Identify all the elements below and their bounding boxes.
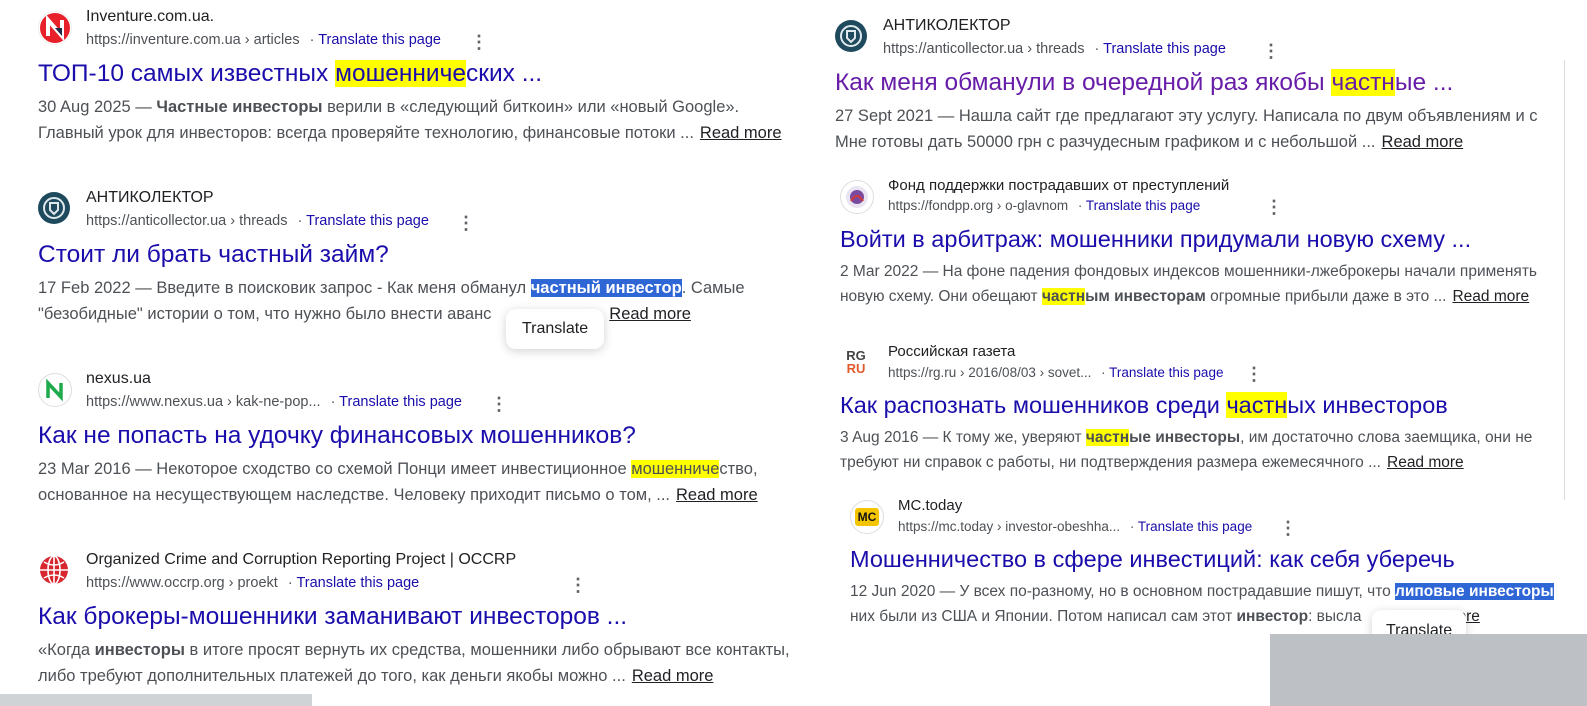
result-title[interactable]: Мошенничество в сфере инвестиций: как се… [850, 543, 1587, 575]
translate-link[interactable]: Translate this page [1101, 365, 1223, 380]
site-name[interactable]: Фонд поддержки пострадавших от преступле… [888, 177, 1229, 194]
result-snippet: 2 Mar 2022 — На фоне падения фондовых ин… [840, 263, 1538, 305]
result-url[interactable]: https://mc.today › investor-obeshha... T… [898, 519, 1252, 534]
translate-link[interactable]: Translate this page [331, 394, 462, 410]
read-more-link[interactable]: Read more [1452, 288, 1529, 305]
inventure-favicon-icon [38, 11, 72, 45]
translate-link[interactable]: Translate this page [288, 575, 419, 591]
url-text[interactable]: https://inventure.com.ua › articles [86, 32, 300, 48]
scroll-overlay [0, 694, 312, 706]
result-snippet: 27 Sept 2021 — Нашла сайт где предлагают… [835, 107, 1538, 151]
url-text[interactable]: https://www.nexus.ua › kak-ne-pop... [86, 394, 321, 410]
more-options-icon[interactable]: ⋮ [1245, 364, 1263, 385]
selected-text[interactable]: липовые инвесторы [1395, 583, 1554, 600]
site-name[interactable]: Organized Crime and Corruption Reporting… [86, 551, 516, 569]
result-title[interactable]: Как распознать мошенников среди частных … [840, 389, 1580, 421]
read-more-link[interactable]: Read more [609, 305, 691, 323]
more-options-icon[interactable]: ⋮ [569, 575, 587, 596]
site-name[interactable]: nexus.ua [86, 370, 151, 388]
rg-favicon-icon: RG RU [840, 346, 872, 378]
url-text[interactable]: https://fondpp.org › o-glavnom [888, 198, 1068, 213]
translate-link[interactable]: Translate this page [310, 32, 441, 48]
url-text[interactable]: https://anticollector.ua › threads [883, 41, 1085, 57]
read-more-link[interactable]: Read more [676, 486, 758, 504]
more-options-icon[interactable]: ⋮ [470, 32, 488, 53]
result-title[interactable]: Как не попасть на удочку финансовых моше… [38, 420, 828, 452]
read-more-link[interactable]: Read more [1387, 454, 1464, 471]
result-snippet: 3 Aug 2016 — К тому же, уверяют частные … [840, 429, 1533, 471]
result-snippet: 30 Aug 2025 — Частные инвесторы верили в… [38, 98, 782, 142]
result-title[interactable]: ТОП-10 самых известных мошеннических ... [38, 58, 828, 90]
anticollector-favicon-icon [835, 20, 867, 52]
site-name[interactable]: MC.today [898, 497, 962, 514]
result-snippet: 23 Mar 2016 — Некоторое сходство со схем… [38, 460, 758, 504]
fondpp-favicon-icon [840, 180, 874, 214]
site-name[interactable]: Inventure.com.ua. [86, 8, 214, 26]
mc-favicon-icon: MC [850, 500, 884, 534]
search-result: nexus.ua https://www.nexus.ua › kak-ne-p… [38, 370, 828, 508]
translate-link[interactable]: Translate this page [1130, 519, 1252, 534]
results-column-right: АНТИКОЛЕКТОР https://anticollector.ua › … [820, 0, 1587, 706]
result-snippet: 17 Feb 2022 — Введите в поисковик запрос… [38, 279, 745, 323]
more-options-icon[interactable]: ⋮ [1265, 197, 1283, 218]
more-options-icon[interactable]: ⋮ [457, 213, 475, 234]
read-more-link[interactable]: Read more [1382, 133, 1464, 151]
site-name[interactable]: Российская газета [888, 343, 1015, 360]
search-result: Inventure.com.ua. https://inventure.com.… [38, 8, 828, 146]
result-title[interactable]: Как брокеры-мошенники заманивают инвесто… [38, 601, 830, 633]
occrp-globe-icon [38, 554, 70, 586]
column-divider [1564, 60, 1565, 500]
result-url[interactable]: https://rg.ru › 2016/08/03 › sovet... Tr… [888, 365, 1223, 380]
url-text[interactable]: https://anticollector.ua › threads [86, 213, 288, 229]
anticollector-favicon-icon [38, 192, 70, 224]
url-text[interactable]: https://mc.today › investor-obeshha... [898, 519, 1120, 534]
search-result: АНТИКОЛЕКТОР https://anticollector.ua › … [38, 189, 828, 327]
result-url[interactable]: https://www.occrp.org › proekt Translate… [86, 575, 419, 591]
search-result: Organized Crime and Corruption Reporting… [38, 551, 830, 689]
url-text[interactable]: https://www.occrp.org › proekt [86, 575, 278, 591]
site-name[interactable]: АНТИКОЛЕКТОР [883, 17, 1011, 35]
search-result: АНТИКОЛЕКТОР https://anticollector.ua › … [835, 17, 1587, 155]
result-title[interactable]: Как меня обманули в очередной раз якобы … [835, 67, 1587, 99]
translate-link[interactable]: Translate this page [298, 213, 429, 229]
read-more-link[interactable]: Read more [700, 124, 782, 142]
result-title[interactable]: Стоит ли брать частный займ? [38, 239, 828, 271]
site-name[interactable]: АНТИКОЛЕКТОР [86, 189, 214, 207]
translate-popup-button[interactable]: Translate [506, 309, 605, 349]
read-more-link[interactable]: Read more [632, 667, 714, 685]
selected-text[interactable]: частный инвестор [530, 279, 682, 297]
translate-link[interactable]: Translate this page [1078, 198, 1200, 213]
result-url[interactable]: https://fondpp.org › o-glavnom Translate… [888, 198, 1200, 213]
nexus-favicon-icon [38, 373, 72, 407]
url-text[interactable]: https://rg.ru › 2016/08/03 › sovet... [888, 365, 1091, 380]
overlay-panel [1270, 634, 1587, 706]
more-options-icon[interactable]: ⋮ [490, 394, 508, 415]
search-result: RG RU Российская газета https://rg.ru › … [840, 343, 1580, 475]
result-snippet: 12 Jun 2020 — У всех по-разному, но в ос… [850, 583, 1554, 625]
more-options-icon[interactable]: ⋮ [1279, 518, 1297, 539]
result-title[interactable]: Войти в арбитраж: мошенники придумали но… [840, 223, 1580, 255]
search-result: MC MC.today https://mc.today › investor-… [850, 497, 1587, 629]
search-result: Фонд поддержки пострадавших от преступле… [840, 177, 1580, 309]
translate-link[interactable]: Translate this page [1095, 41, 1226, 57]
more-options-icon[interactable]: ⋮ [1262, 41, 1280, 62]
result-url[interactable]: https://anticollector.ua › threads Trans… [86, 213, 429, 229]
result-url[interactable]: https://inventure.com.ua › articles Tran… [86, 32, 441, 48]
result-url[interactable]: https://www.nexus.ua › kak-ne-pop... Tra… [86, 394, 462, 410]
result-snippet: «Когда инвесторы в итоге просят вернуть … [38, 641, 790, 685]
results-column-left: Inventure.com.ua. https://inventure.com.… [0, 0, 830, 706]
result-url[interactable]: https://anticollector.ua › threads Trans… [883, 41, 1226, 57]
